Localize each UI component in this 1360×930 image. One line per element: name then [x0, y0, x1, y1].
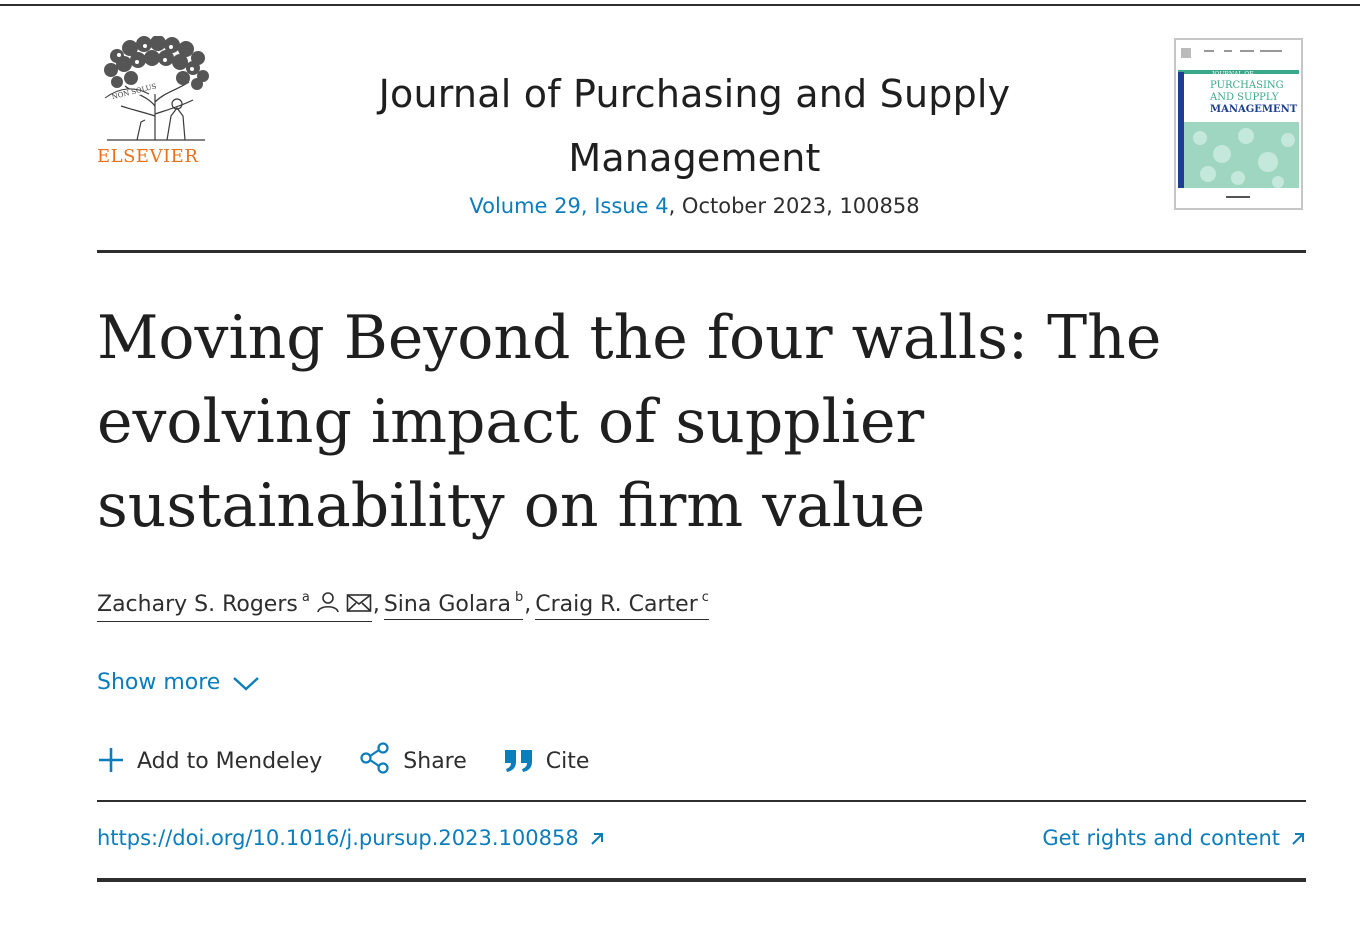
bottom-divider	[97, 878, 1306, 882]
author-name: Sina Golara	[383, 592, 511, 617]
affiliation-marker: c	[701, 590, 709, 605]
author-name: Zachary S. Rogers	[97, 592, 298, 617]
share-label: Share	[403, 749, 467, 774]
header-divider	[97, 250, 1306, 253]
article-title-line-1: Moving Beyond the four walls: The	[97, 303, 1162, 373]
author-name: Craig R. Carter	[535, 592, 698, 617]
author-craig-carter[interactable]: Craig R. Carter c	[535, 590, 709, 620]
author-sina-golara[interactable]: Sina Golara b	[383, 590, 524, 620]
article-title-line-2: evolving impact of supplier	[97, 387, 925, 457]
author-separator: ,	[372, 592, 380, 617]
cover-title-line-1: JOURNAL OF	[1211, 71, 1253, 78]
journal-header: NON SOLUS ELSEVIER Journal of Purchasing…	[97, 36, 1306, 250]
chevron-down-icon	[232, 673, 260, 698]
author-zachary-rogers[interactable]: Zachary S. Rogers a	[97, 590, 372, 622]
cover-title-line-2: PURCHASING	[1210, 80, 1284, 91]
article-title: Moving Beyond the four walls: The evolvi…	[97, 296, 1197, 548]
journal-cover-thumbnail: JOURNAL OF PURCHASING AND SUPPLY MANAGEM…	[1178, 42, 1299, 206]
get-rights-and-content-link[interactable]: Get rights and content	[1042, 826, 1306, 852]
elsevier-logo[interactable]: NON SOLUS ELSEVIER	[97, 36, 215, 170]
share-icon	[360, 742, 389, 774]
article-header-page: NON SOLUS ELSEVIER Journal of Purchasing…	[97, 0, 1306, 930]
share-button[interactable]: Share	[359, 742, 467, 774]
external-link-icon	[589, 828, 605, 852]
doi-link[interactable]: https://doi.org/10.1016/j.pursup.2023.10…	[97, 826, 605, 852]
article-actions: Add to Mendeley Share Cite	[97, 742, 619, 774]
show-more-button[interactable]: Show more	[97, 670, 260, 698]
envelope-icon	[346, 593, 372, 619]
affiliation-marker: a	[301, 590, 310, 605]
external-link-icon	[1290, 828, 1306, 852]
actions-divider	[97, 800, 1306, 802]
add-to-mendeley-label: Add to Mendeley	[137, 749, 323, 774]
journal-cover-image[interactable]: JOURNAL OF PURCHASING AND SUPPLY MANAGEM…	[1174, 38, 1303, 210]
journal-title-line-1: Journal of Purchasing and Supply	[378, 72, 1011, 116]
plus-icon	[99, 748, 123, 772]
issue-info: Volume 29, Issue 4, October 2023, 100858	[297, 194, 1092, 218]
issue-date-article-number: , October 2023, 100858	[668, 194, 920, 218]
show-more-label: Show more	[97, 670, 221, 695]
cover-title-line-4: MANAGEMENT	[1210, 104, 1298, 115]
issue-link[interactable]: Volume 29, Issue 4	[469, 194, 668, 218]
journal-title-line-2: Management	[568, 136, 821, 180]
quote-icon	[504, 750, 532, 772]
doi-text: https://doi.org/10.1016/j.pursup.2023.10…	[97, 826, 579, 850]
rights-text: Get rights and content	[1042, 826, 1280, 850]
article-title-line-3: sustainability on firm value	[97, 471, 926, 541]
author-list: Zachary S. Rogers a, Sina Golara b, Craig R.…	[97, 590, 709, 622]
affiliation-marker: b	[514, 590, 524, 605]
author-separator: ,	[524, 592, 532, 617]
elsevier-tree-icon: NON SOLUS	[104, 36, 209, 141]
journal-title[interactable]: Journal of Purchasing and Supply Managem…	[297, 62, 1092, 190]
cite-button[interactable]: Cite	[504, 748, 590, 774]
person-icon	[316, 591, 340, 619]
cite-label: Cite	[545, 749, 590, 774]
cover-title-line-3: AND SUPPLY	[1209, 92, 1279, 103]
publisher-name: ELSEVIER	[97, 146, 199, 167]
add-to-mendeley-button[interactable]: Add to Mendeley	[97, 746, 322, 774]
journal-info: Journal of Purchasing and Supply Managem…	[297, 62, 1092, 218]
